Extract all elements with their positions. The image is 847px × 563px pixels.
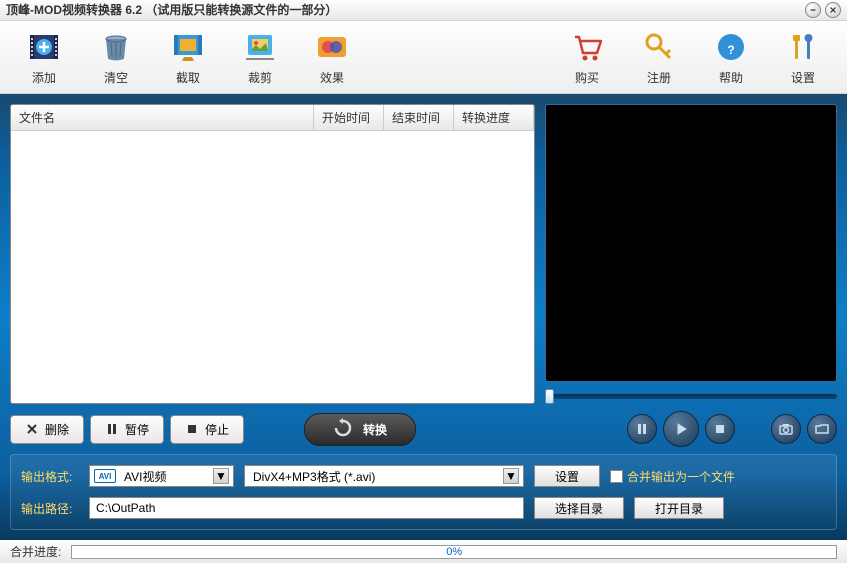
merge-output-checkbox[interactable]: 合并输出为一个文件 — [610, 468, 735, 485]
crop-button[interactable]: 裁剪 — [234, 25, 286, 90]
output-path-label: 输出路径: — [21, 500, 79, 517]
video-preview[interactable] — [545, 104, 837, 382]
buy-button[interactable]: 购买 — [561, 25, 613, 90]
tools-icon — [785, 29, 821, 65]
open-directory-button[interactable]: 打开目录 — [634, 497, 724, 519]
open-folder-button[interactable] — [807, 414, 837, 444]
help-icon: ? — [713, 29, 749, 65]
media-play-button[interactable] — [663, 411, 699, 447]
merge-progress-text: 0% — [446, 546, 462, 558]
stop-button[interactable]: 停止 — [170, 415, 244, 444]
snapshot-button[interactable] — [771, 414, 801, 444]
seek-slider[interactable] — [545, 388, 837, 404]
add-button[interactable]: 添加 — [18, 25, 70, 90]
column-end-time[interactable]: 结束时间 — [384, 105, 454, 130]
close-button[interactable] — [825, 2, 841, 18]
preview-panel — [545, 104, 837, 404]
format-settings-button[interactable]: 设置 — [534, 465, 600, 487]
chevron-down-icon: ▼ — [213, 468, 229, 484]
refresh-icon — [333, 418, 353, 441]
media-stop-button[interactable] — [705, 414, 735, 444]
status-bar: 合并进度: 0% — [0, 540, 847, 563]
select-directory-button[interactable]: 选择目录 — [534, 497, 624, 519]
crop-icon — [242, 29, 278, 65]
column-start-time[interactable]: 开始时间 — [314, 105, 384, 130]
capture-button[interactable]: 截取 — [162, 25, 214, 90]
effect-button[interactable]: 效果 — [306, 25, 358, 90]
minimize-button[interactable] — [805, 2, 821, 18]
delete-button[interactable]: 删除 — [10, 415, 84, 444]
trash-icon — [98, 29, 134, 65]
main-toolbar: 添加 清空 截取 裁剪 效果 — [0, 21, 847, 95]
add-film-icon — [26, 29, 62, 65]
seek-thumb[interactable] — [545, 389, 554, 404]
column-filename[interactable]: 文件名 — [11, 105, 314, 130]
checkbox-icon — [610, 470, 623, 483]
capture-icon — [170, 29, 206, 65]
register-button[interactable]: 注册 — [633, 25, 685, 90]
clear-button[interactable]: 清空 — [90, 25, 142, 90]
pause-button[interactable]: 暂停 — [90, 415, 164, 444]
help-button[interactable]: ? 帮助 — [705, 25, 757, 90]
file-list-header: 文件名 开始时间 结束时间 转换进度 — [11, 105, 534, 131]
pause-icon — [105, 422, 119, 436]
titlebar: 顶峰-MOD视频转换器 6.2 （试用版只能转换源文件的一部分） — [0, 0, 847, 21]
settings-button[interactable]: 设置 — [777, 25, 829, 90]
convert-button[interactable]: 转换 — [304, 413, 416, 446]
cart-icon — [569, 29, 605, 65]
codec-dropdown[interactable]: DivX4+MP3格式 (*.avi) ▼ — [244, 465, 524, 487]
output-path-input[interactable]: C:\OutPath — [89, 497, 524, 519]
media-pause-button[interactable] — [627, 414, 657, 444]
main-area: 文件名 开始时间 结束时间 转换进度 删除 — [0, 94, 847, 540]
file-list-panel: 文件名 开始时间 结束时间 转换进度 — [10, 104, 535, 404]
svg-text:?: ? — [727, 43, 734, 57]
file-list-body[interactable] — [11, 131, 534, 403]
format-dropdown[interactable]: AVI AVI视频 ▼ — [89, 465, 234, 487]
x-icon — [25, 422, 39, 436]
merge-progress-bar: 0% — [71, 545, 837, 559]
avi-chip-icon: AVI — [94, 469, 116, 483]
stop-icon — [185, 422, 199, 436]
output-format-label: 输出格式: — [21, 468, 79, 485]
key-icon — [641, 29, 677, 65]
window-title: 顶峰-MOD视频转换器 6.2 （试用版只能转换源文件的一部分） — [6, 1, 805, 18]
chevron-down-icon: ▼ — [503, 468, 519, 484]
output-settings-panel: 输出格式: AVI AVI视频 ▼ DivX4+MP3格式 (*.avi) ▼ … — [10, 454, 837, 530]
column-progress[interactable]: 转换进度 — [454, 105, 534, 130]
effect-icon — [314, 29, 350, 65]
merge-progress-label: 合并进度: — [10, 543, 61, 560]
